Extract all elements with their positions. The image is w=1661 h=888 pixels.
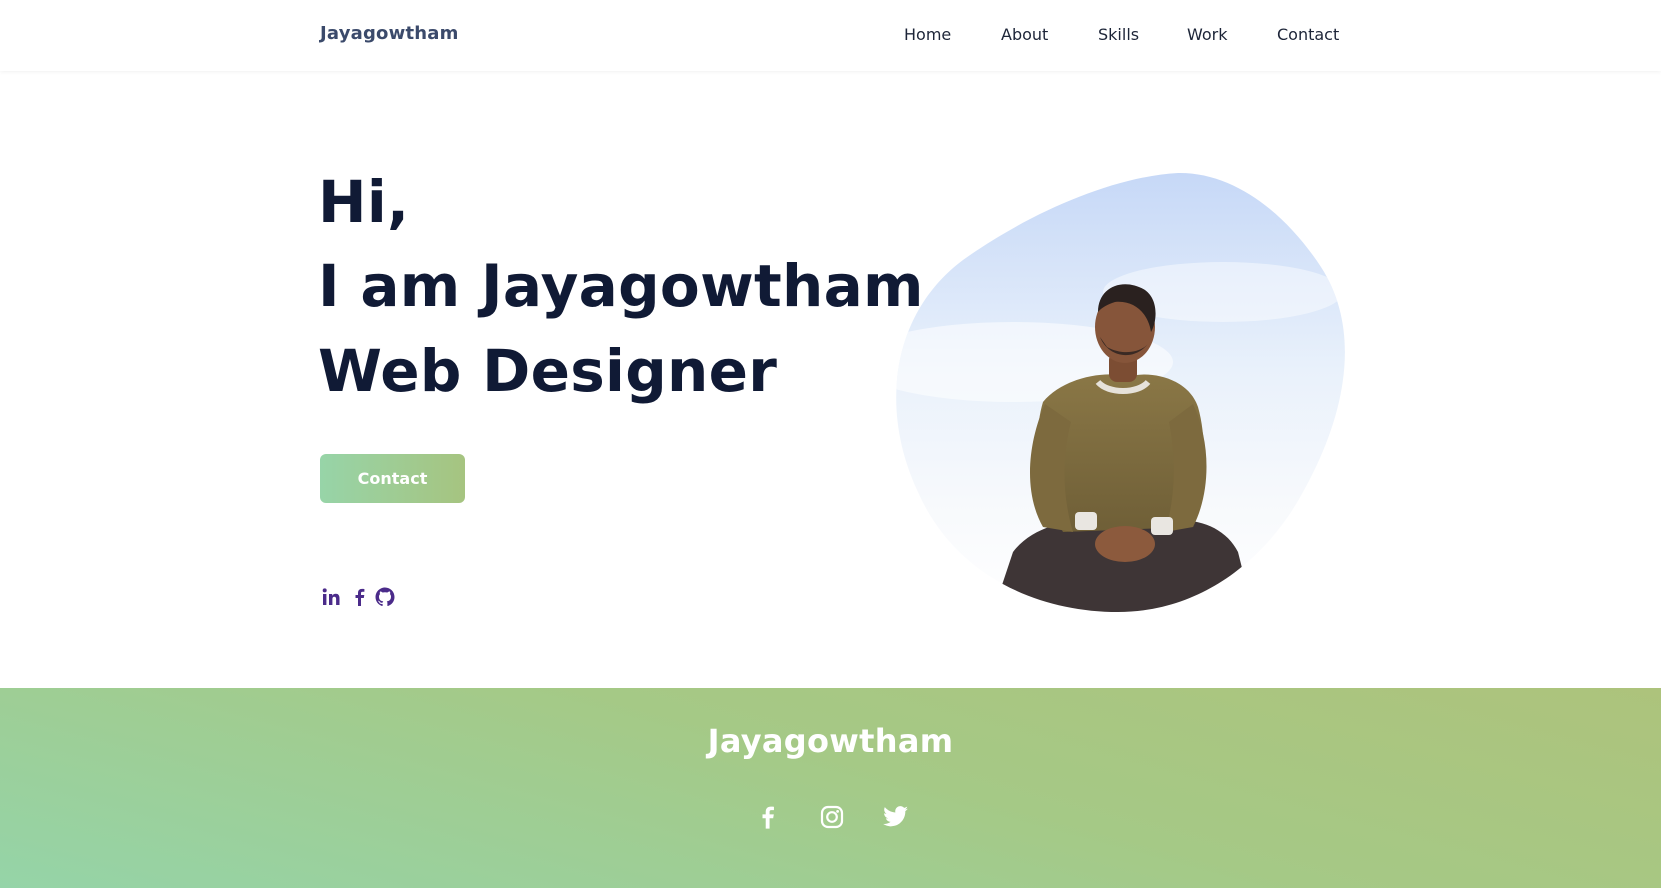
facebook-icon[interactable] xyxy=(348,585,370,609)
hero-role: Web Designer xyxy=(318,337,778,405)
footer-title: Jayagowtham xyxy=(707,722,954,760)
github-icon[interactable] xyxy=(374,585,396,609)
hero-profile-image xyxy=(893,172,1345,612)
footer-twitter-icon[interactable] xyxy=(882,803,910,831)
hero-greeting: Hi, xyxy=(318,168,410,236)
main-nav: Home About Skills Work Contact xyxy=(0,25,1661,49)
nav-contact[interactable]: Contact xyxy=(1277,25,1339,44)
footer-facebook-icon[interactable] xyxy=(753,803,781,831)
nav-home[interactable]: Home xyxy=(904,25,951,44)
footer-instagram-icon[interactable] xyxy=(818,803,846,831)
linkedin-icon[interactable] xyxy=(320,585,342,609)
nav-work[interactable]: Work xyxy=(1187,25,1228,44)
nav-about[interactable]: About xyxy=(1001,25,1048,44)
hero-name: I am Jayagowtham xyxy=(318,252,924,320)
site-header: Jayagowtham Home About Skills Work Conta… xyxy=(0,0,1661,71)
contact-button[interactable]: Contact xyxy=(320,454,465,503)
site-footer: Jayagowtham xyxy=(0,688,1661,888)
nav-skills[interactable]: Skills xyxy=(1098,25,1139,44)
